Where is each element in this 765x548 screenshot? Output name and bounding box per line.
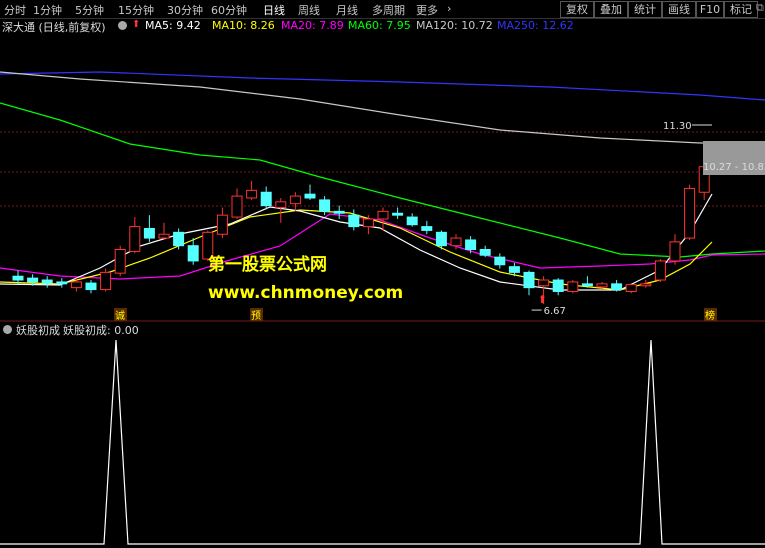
buy-arrow-icon: ⬆ bbox=[538, 293, 547, 306]
ma250-label: MA250: 12.62 bbox=[497, 19, 574, 32]
watermark-title: 第一股票公式网 bbox=[208, 255, 327, 275]
candle-body bbox=[246, 189, 258, 199]
period-toolbar: 分时 1分钟 5分钟 15分钟 30分钟 60分钟 日线 周线 月线 多周期 更… bbox=[0, 0, 765, 19]
candle-body bbox=[275, 201, 287, 209]
tab-weekly[interactable]: 周线 bbox=[298, 2, 320, 18]
candle-body bbox=[158, 233, 170, 239]
tab-30min[interactable]: 30分钟 bbox=[167, 2, 203, 18]
candle-body bbox=[143, 228, 155, 239]
indicator-settings-icon[interactable] bbox=[3, 325, 12, 334]
candle-body bbox=[625, 284, 637, 292]
candle-body bbox=[435, 231, 447, 247]
signal-marker-label: 榜 bbox=[705, 309, 715, 322]
candle-body bbox=[611, 283, 623, 291]
price-range-label: 10.27 - 10.82 bbox=[703, 162, 765, 173]
candle-body bbox=[450, 237, 462, 247]
candle-body bbox=[406, 216, 418, 226]
candle-body bbox=[654, 260, 666, 281]
candle-body bbox=[100, 271, 112, 291]
candle-body bbox=[216, 214, 228, 235]
tab-15min[interactable]: 15分钟 bbox=[118, 2, 154, 18]
candle-body bbox=[523, 271, 535, 289]
candle-body bbox=[640, 283, 652, 287]
indicator-chart[interactable] bbox=[0, 336, 765, 548]
mark-button[interactable]: 标记 bbox=[724, 1, 758, 18]
watermark-url: www.chnmoney.com bbox=[208, 283, 404, 303]
candle-body bbox=[41, 279, 53, 284]
candle-body bbox=[27, 277, 39, 283]
candle-body bbox=[392, 212, 404, 216]
candle-body bbox=[70, 281, 82, 289]
low-price-label: 6.67 bbox=[544, 306, 566, 317]
candle-body bbox=[289, 195, 301, 205]
candle-body bbox=[538, 279, 550, 287]
candle-body bbox=[508, 266, 520, 273]
candle-body bbox=[669, 241, 681, 262]
candle-body bbox=[581, 283, 593, 287]
candle-body bbox=[596, 283, 608, 288]
candle-body bbox=[567, 281, 579, 292]
candle-body bbox=[114, 249, 126, 274]
ma120-line bbox=[0, 71, 765, 144]
candle-body bbox=[465, 239, 477, 250]
candle-body bbox=[85, 282, 97, 291]
tab-5min[interactable]: 5分钟 bbox=[75, 2, 104, 18]
candle-body bbox=[260, 191, 272, 207]
signal-marker-label: 预 bbox=[251, 310, 261, 322]
candlestick-chart[interactable]: 11.30 10.27 - 10.82 6.67⬆ 诚 预 榜 bbox=[0, 32, 765, 322]
adjust-button[interactable]: 复权 bbox=[560, 1, 594, 18]
candle-body bbox=[187, 245, 199, 262]
candle-body bbox=[333, 210, 345, 214]
statistics-button[interactable]: 统计 bbox=[628, 1, 662, 18]
ma10-label: MA10: 8.26 bbox=[212, 19, 275, 32]
more-arrow-icon[interactable]: › bbox=[447, 2, 451, 15]
ma60-line bbox=[0, 102, 765, 258]
candle-body bbox=[494, 256, 506, 266]
candle-body bbox=[56, 281, 68, 285]
candle-body bbox=[129, 226, 141, 252]
overlay-button[interactable]: 叠加 bbox=[594, 1, 628, 18]
ma20-label: MA20: 7.89 bbox=[281, 19, 344, 32]
ma120-label: MA120: 10.72 bbox=[416, 19, 493, 32]
ma250-line bbox=[0, 71, 765, 101]
candle-body bbox=[479, 249, 491, 256]
tab-multi-period[interactable]: 多周期 bbox=[372, 2, 405, 18]
candle-body bbox=[552, 279, 564, 292]
candle-body bbox=[348, 214, 360, 228]
settings-circle-icon[interactable] bbox=[118, 21, 127, 30]
candle-body bbox=[377, 210, 389, 220]
candle-body bbox=[173, 231, 185, 247]
tab-1min[interactable]: 1分钟 bbox=[33, 2, 62, 18]
up-arrow-icon: ⬆ bbox=[132, 19, 141, 30]
candle-body bbox=[231, 195, 243, 218]
tab-intraday[interactable]: 分时 bbox=[4, 2, 26, 18]
tab-monthly[interactable]: 月线 bbox=[336, 2, 358, 18]
candle-body bbox=[12, 275, 24, 281]
window-icon[interactable]: ⧉ bbox=[756, 1, 764, 15]
high-price-label: 11.30 bbox=[663, 121, 692, 132]
tab-daily[interactable]: 日线 bbox=[263, 2, 285, 18]
candle-body bbox=[684, 187, 696, 239]
ma5-label: MA5: 9.42 bbox=[145, 19, 201, 32]
tab-60min[interactable]: 60分钟 bbox=[211, 2, 247, 18]
candle-body bbox=[362, 218, 374, 228]
candle-body bbox=[421, 226, 433, 231]
candle-body bbox=[319, 199, 331, 212]
ma60-label: MA60: 7.95 bbox=[348, 19, 411, 32]
candle-body bbox=[304, 193, 316, 199]
signal-marker-label: 诚 bbox=[115, 310, 125, 322]
indicator-line bbox=[0, 339, 765, 545]
tab-more[interactable]: 更多 bbox=[416, 2, 438, 18]
draw-line-button[interactable]: 画线 bbox=[662, 1, 696, 18]
f10-button[interactable]: F10 bbox=[696, 1, 724, 18]
